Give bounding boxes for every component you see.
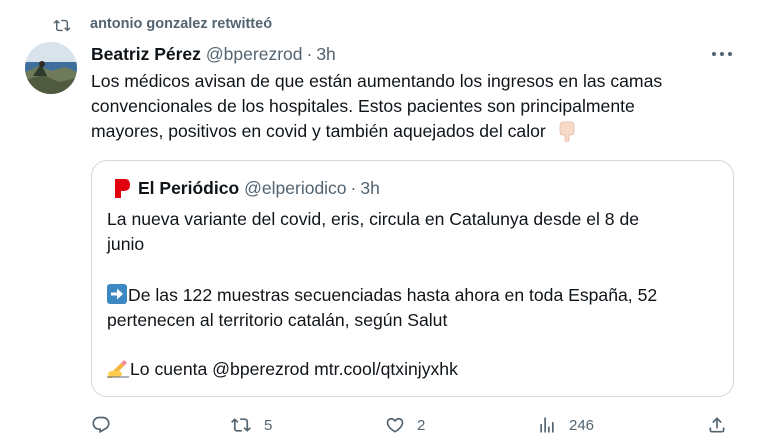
heart-icon <box>386 417 404 433</box>
avatar[interactable] <box>25 42 77 94</box>
arrow-right-emoji <box>107 284 127 304</box>
quoted-text-line: Lo cuenta @bperezrod mtr.cool/qtxinjyxhk <box>107 357 458 382</box>
quoted-time[interactable]: 3h <box>360 178 379 199</box>
tweet-time[interactable]: 3h <box>316 44 335 65</box>
separator-dot: · <box>350 178 357 198</box>
analytics-icon <box>540 417 554 433</box>
tweet-text-line-content: mayores, positivos en covid y también aq… <box>91 121 546 141</box>
views-count: 246 <box>569 416 595 434</box>
avatar-image <box>25 42 77 94</box>
like-count: 2 <box>417 416 426 434</box>
retweet-label[interactable]: antonio gonzalez retwitteó <box>90 16 272 32</box>
tweet-header: Beatriz Pérez @bperezrod · 3h <box>91 42 336 66</box>
point-down-emoji <box>559 121 575 143</box>
tweet-text-line: mayores, positivos en covid y también aq… <box>91 119 731 144</box>
retweet-count: 5 <box>264 416 273 434</box>
action-bar: 5 2 246 <box>0 410 762 440</box>
quoted-text-line: pertenecen al territorio catalán, según … <box>107 310 448 330</box>
quoted-text-line-content: Lo cuenta @bperezrod mtr.cool/qtxinjyxhk <box>130 359 458 379</box>
quoted-text-line: junio <box>107 234 145 254</box>
separator-dot: · <box>306 43 313 64</box>
retweet-icon <box>53 19 71 32</box>
quoted-header: El Periódico @elperiodico · 3h <box>138 178 380 199</box>
like-button[interactable]: 2 <box>385 410 425 440</box>
writing-hand-emoji <box>107 360 129 378</box>
more-options-icon[interactable] <box>711 47 733 61</box>
retweet-icon <box>231 418 251 432</box>
share-button[interactable] <box>707 410 727 440</box>
reply-icon <box>92 416 110 434</box>
author-handle[interactable]: @bperezrod <box>206 44 303 65</box>
author-name[interactable]: Beatriz Pérez <box>91 44 201 65</box>
quoted-text-line: De las 122 muestras secuenciadas hasta a… <box>107 283 657 308</box>
quoted-tweet[interactable]: El Periódico @elperiodico · 3h La nueva … <box>91 160 734 397</box>
tweet-text-line: Los médicos avisan de que están aumentan… <box>91 71 663 91</box>
quoted-author-name[interactable]: El Periódico <box>138 178 239 199</box>
quoted-text-line-content: De las 122 muestras secuenciadas hasta a… <box>128 285 658 305</box>
tweet-text: Los médicos avisan de que están aumentan… <box>91 69 731 144</box>
quoted-author-handle[interactable]: @elperiodico <box>244 178 346 199</box>
retweet-button[interactable]: 5 <box>230 410 272 440</box>
quoted-text-line: La nueva variante del covid, eris, circu… <box>107 209 640 229</box>
share-icon <box>709 417 725 433</box>
views-button[interactable]: 246 <box>537 410 594 440</box>
tweet-card[interactable]: antonio gonzalez retwitteó Beatriz Pérez… <box>0 0 762 448</box>
tweet-text-line: convencionales de los hospitales. Estos … <box>91 96 635 116</box>
reply-button[interactable] <box>91 410 123 440</box>
elperiodico-logo-icon <box>115 179 130 198</box>
